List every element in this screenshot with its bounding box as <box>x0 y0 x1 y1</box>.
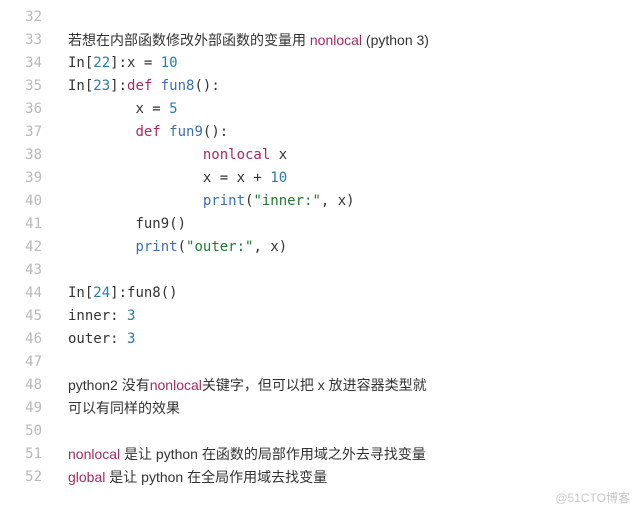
code-line: outer: 3 <box>68 328 630 351</box>
code-line: In[22]:x = 10 <box>68 52 630 75</box>
line-number: 40 <box>12 190 42 213</box>
code-line: nonlocal 是让 python 在函数的局部作用域之外去寻找变量 <box>68 443 630 466</box>
code-line: print("outer:", x) <box>68 236 630 259</box>
line-number: 33 <box>12 29 42 52</box>
line-number: 51 <box>12 443 42 466</box>
code-line: nonlocal x <box>68 144 630 167</box>
line-number: 36 <box>12 98 42 121</box>
code-line: x = 5 <box>68 98 630 121</box>
code-line: fun9() <box>68 213 630 236</box>
line-number: 47 <box>12 351 42 374</box>
line-number: 45 <box>12 305 42 328</box>
code-line: 若想在内部函数修改外部函数的变量用 nonlocal (python 3) <box>68 29 630 52</box>
code-editor: 3233343536373839404142434445464748495051… <box>0 0 640 512</box>
line-number: 49 <box>12 397 42 420</box>
code-area: 若想在内部函数修改外部函数的变量用 nonlocal (python 3) In… <box>50 0 640 512</box>
code-line: 可以有同样的效果 <box>68 397 630 420</box>
line-number: 37 <box>12 121 42 144</box>
line-number: 42 <box>12 236 42 259</box>
line-number: 41 <box>12 213 42 236</box>
line-number: 50 <box>12 420 42 443</box>
code-line <box>68 420 630 443</box>
code-line: def fun9(): <box>68 121 630 144</box>
line-number: 35 <box>12 75 42 98</box>
code-line: In[23]:def fun8(): <box>68 75 630 98</box>
line-number: 32 <box>12 6 42 29</box>
line-number: 52 <box>12 466 42 489</box>
code-line: print("inner:", x) <box>68 190 630 213</box>
code-line <box>68 259 630 282</box>
line-number: 48 <box>12 374 42 397</box>
code-line: inner: 3 <box>68 305 630 328</box>
line-number: 46 <box>12 328 42 351</box>
code-line: global 是让 python 在全局作用域去找变量 <box>68 466 630 489</box>
code-line: In[24]:fun8() <box>68 282 630 305</box>
code-line: python2 没有nonlocal关键字，但可以把 x 放进容器类型就 <box>68 374 630 397</box>
line-number: 44 <box>12 282 42 305</box>
code-line <box>68 351 630 374</box>
watermark-label: @51CTO博客 <box>555 489 630 506</box>
line-number: 38 <box>12 144 42 167</box>
line-number: 43 <box>12 259 42 282</box>
line-number: 34 <box>12 52 42 75</box>
line-number-gutter: 3233343536373839404142434445464748495051… <box>0 0 50 512</box>
line-number: 39 <box>12 167 42 190</box>
code-line: x = x + 10 <box>68 167 630 190</box>
code-line <box>68 6 630 29</box>
